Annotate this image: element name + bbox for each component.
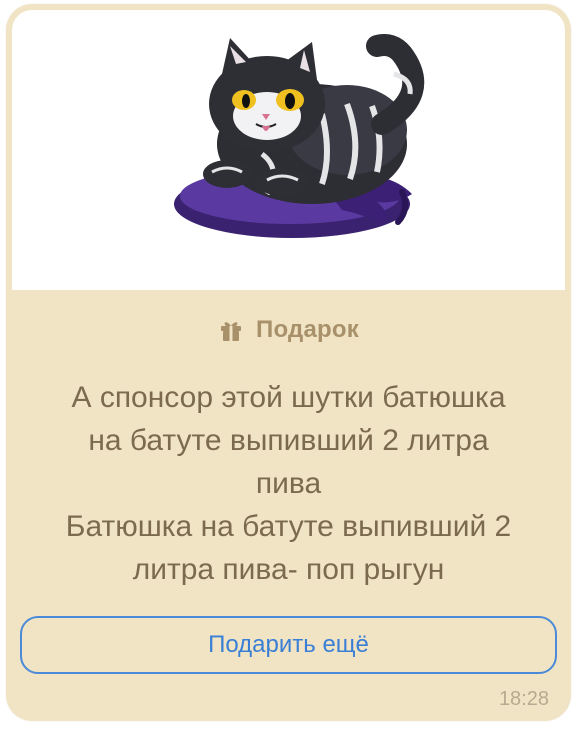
message-line: литра пива- поп рыгун xyxy=(132,553,445,586)
gift-again-button[interactable]: Подарить ещё xyxy=(20,616,557,674)
gift-header: Подарок xyxy=(6,316,571,344)
message-line: А спонсор этой шутки батюшка xyxy=(71,381,506,414)
gift-again-label: Подарить ещё xyxy=(208,631,369,658)
gift-message-card: Подарок А спонсор этой шутки батюшка на … xyxy=(6,4,571,721)
message-line: пива xyxy=(255,467,322,500)
cat-on-hat-sticker xyxy=(174,34,425,238)
message-line: Батюшка на батуте выпивший 2 xyxy=(65,510,512,543)
gift-icon xyxy=(221,322,242,341)
sticker-image-area[interactable] xyxy=(12,10,565,290)
message-timestamp: 18:28 xyxy=(498,688,549,710)
message-line: на батуте выпивший 2 литра xyxy=(88,424,489,457)
gift-message: А спонсор этой шутки батюшка на батуте в… xyxy=(24,376,553,591)
gift-label: Подарок xyxy=(256,316,359,343)
